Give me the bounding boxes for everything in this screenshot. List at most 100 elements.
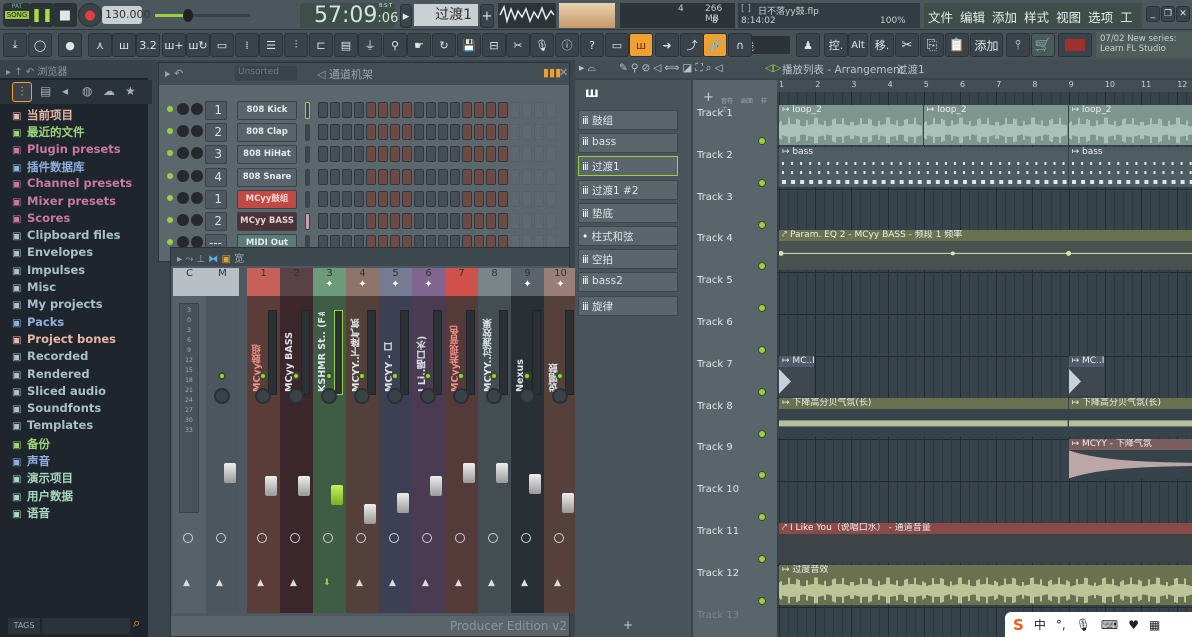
route-arrow-icon[interactable]: ▲ (422, 578, 429, 588)
strip-enable-led[interactable] (325, 372, 333, 380)
channel-name-button[interactable]: 808 Kick (237, 101, 297, 120)
channel-mute-led[interactable] (167, 239, 173, 246)
bar-number[interactable]: 7 (996, 80, 1001, 89)
step-button[interactable] (354, 213, 364, 229)
step-button[interactable] (426, 124, 436, 141)
search-icon[interactable]: ⌕ (133, 616, 140, 631)
browser-item[interactable]: ▣ My projects (12, 297, 103, 311)
browser-item[interactable]: ▣ 声音 (12, 453, 50, 469)
channel-mute-led[interactable] (167, 194, 173, 201)
render-icon[interactable]: ⊟ (482, 33, 506, 57)
volume-fader[interactable] (331, 484, 343, 505)
step-button[interactable] (330, 102, 340, 118)
undo-icon[interactable]: ↻ (432, 33, 456, 57)
step-button[interactable] (342, 124, 352, 141)
playlist-clip[interactable]: ↦ 过度音效 (779, 564, 1192, 605)
maximize-button[interactable]: ❐ (1161, 6, 1175, 22)
step-button[interactable] (414, 168, 424, 185)
volume-fader[interactable] (496, 462, 508, 483)
step-button[interactable] (450, 190, 460, 207)
step-button[interactable] (414, 213, 424, 229)
step-button[interactable] (486, 124, 496, 141)
master-knob-icon[interactable]: ● (58, 33, 82, 57)
channel-pan-knob[interactable] (177, 125, 189, 138)
loop-record-icon[interactable]: ш↻ (186, 33, 210, 57)
channel-volume-knob[interactable] (191, 103, 203, 115)
playlist-clip[interactable]: ↦ loop_2 (1068, 105, 1192, 145)
browser-item[interactable]: ▣ Templates (12, 418, 93, 432)
step-button[interactable] (390, 168, 400, 185)
step-button[interactable] (366, 168, 376, 185)
file-icon[interactable]: ▤ (334, 33, 358, 57)
step-button[interactable] (522, 190, 532, 207)
channel-mute-led[interactable] (167, 217, 173, 223)
step-button[interactable] (546, 190, 556, 207)
browser-item[interactable]: ▣ Scores (12, 211, 70, 225)
blend-notes-icon[interactable]: ш+ (162, 33, 186, 57)
pan-knob[interactable] (214, 388, 230, 404)
pause-button[interactable]: ❚❚ (30, 3, 54, 27)
pat-song-toggle[interactable]: PAT SONG (3, 3, 31, 27)
step-button[interactable] (486, 168, 496, 185)
step-button[interactable] (450, 124, 460, 141)
browser-item[interactable]: ▣ Channel presets (12, 176, 132, 190)
tempo-display[interactable]: 130.000 (102, 6, 151, 24)
step-button[interactable] (498, 102, 508, 118)
step-button[interactable] (438, 213, 448, 229)
browser-item[interactable]: ▣ Envelopes (12, 245, 93, 259)
route-arrow-icon[interactable]: ▲ (389, 578, 396, 588)
step-button[interactable] (390, 146, 400, 163)
step-button[interactable] (318, 102, 328, 118)
mic-icon[interactable]: 🎙 (530, 33, 554, 57)
step-button[interactable] (378, 168, 388, 185)
channel-select[interactable] (305, 190, 310, 208)
bar-number[interactable]: 3 (851, 80, 856, 89)
step-button[interactable] (426, 146, 436, 163)
step-button[interactable] (330, 168, 340, 185)
menu-item[interactable]: 视图 (1056, 10, 1081, 25)
track-label[interactable]: Track 3 (697, 192, 733, 203)
step-button[interactable] (318, 168, 328, 185)
volume-fader[interactable] (562, 492, 574, 513)
step-button[interactable] (366, 190, 376, 207)
step-button[interactable] (330, 213, 340, 229)
mixer-strip-header[interactable]: M (206, 268, 239, 296)
step-button[interactable] (462, 168, 472, 185)
step-button[interactable] (498, 146, 508, 163)
stop-button[interactable]: ■ (53, 3, 77, 27)
metronome-icon[interactable]: ◯ (28, 33, 52, 57)
track-enable-led[interactable] (758, 346, 766, 354)
step-button[interactable] (378, 146, 388, 163)
bar-number[interactable]: 9 (1069, 80, 1074, 89)
channel-mixer-track[interactable]: 4 (205, 167, 227, 187)
step-button[interactable] (438, 102, 448, 118)
volume-fader[interactable] (430, 476, 442, 496)
step-button[interactable] (342, 168, 352, 185)
keyboard-icon[interactable]: ♟ (796, 33, 820, 57)
track-label[interactable]: Track 9 (697, 442, 733, 453)
add-track-icon[interactable]: + (703, 90, 714, 105)
mixer-strip-header[interactable]: 4 ✦ (346, 268, 379, 296)
track-label[interactable]: Track 7 (697, 359, 733, 370)
pattern-item[interactable]: ⅲ bass2 (578, 272, 678, 293)
step-button[interactable] (426, 168, 436, 185)
step-button[interactable] (390, 190, 400, 207)
volume-fader[interactable] (463, 462, 475, 483)
step-button[interactable] (354, 190, 364, 207)
timeline-ruler[interactable]: 1 2 3 4 5 6 7 8 9 10 11 12 (777, 80, 1192, 92)
step-edit-icon[interactable]: ш (112, 33, 136, 57)
move-button[interactable]: 移. (870, 33, 894, 57)
step-button[interactable] (366, 146, 376, 163)
playlist-clip[interactable]: ⤤ I Like You（说唱口水） - 通道音量 (779, 523, 1192, 563)
countdown-icon[interactable]: 3.2 (136, 33, 160, 57)
step-button[interactable] (498, 124, 508, 141)
bar-number[interactable]: 6 (960, 80, 965, 89)
mixer-strip[interactable]: 3 ✦ KSHMR St.. (F#) ⬇ (313, 268, 346, 613)
step-button[interactable] (318, 213, 328, 229)
channel-select[interactable] (305, 146, 310, 164)
mixer-strip-header[interactable]: 1 (247, 268, 280, 296)
browser-item[interactable]: ▣ Clipboard files (12, 228, 120, 242)
browser-item[interactable]: ▣ Project bones (12, 332, 116, 346)
strip-enable-led[interactable] (457, 372, 465, 380)
channel-volume-knob[interactable] (191, 125, 203, 138)
